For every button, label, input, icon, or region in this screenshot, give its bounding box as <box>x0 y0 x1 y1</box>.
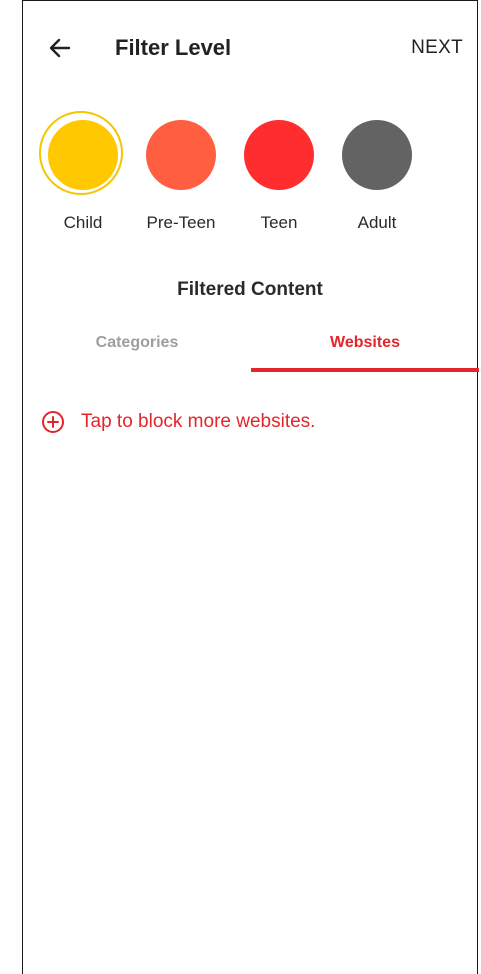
content-tabs: Categories Websites <box>23 327 479 373</box>
level-label-pre-teen: Pre-Teen <box>146 213 216 232</box>
level-option-pre-teen[interactable]: Pre-Teen <box>131 115 231 245</box>
plus-circle-icon <box>41 410 65 434</box>
filter-level-selector: Child Pre-Teen Teen Adult <box>23 111 477 245</box>
next-button[interactable]: NEXT <box>411 37 463 59</box>
app-screen: Filter Level NEXT Child Pre-Teen Teen Ad… <box>22 0 479 974</box>
level-label-child: Child <box>63 213 103 232</box>
active-tab-indicator <box>251 368 479 372</box>
level-swatch-child <box>48 120 118 190</box>
page-title: Filter Level <box>115 35 232 60</box>
level-swatch-adult <box>342 120 412 190</box>
top-app-bar: Filter Level NEXT <box>23 25 477 71</box>
arrow-left-icon <box>49 38 71 58</box>
level-label-adult: Adult <box>357 213 397 232</box>
section-title: Filtered Content <box>177 279 323 300</box>
level-swatch-teen <box>244 120 314 190</box>
back-button[interactable] <box>45 33 75 63</box>
tab-categories[interactable]: Categories <box>23 327 251 373</box>
level-swatch-pre-teen <box>146 120 216 190</box>
level-option-child[interactable]: Child <box>33 111 133 245</box>
level-option-adult[interactable]: Adult <box>327 115 427 245</box>
add-website-button[interactable]: Tap to block more websites. <box>41 407 315 437</box>
add-website-label: Tap to block more websites. <box>81 411 316 432</box>
level-label-teen: Teen <box>260 213 298 232</box>
tab-websites[interactable]: Websites <box>251 327 479 373</box>
level-option-teen[interactable]: Teen <box>229 115 329 245</box>
